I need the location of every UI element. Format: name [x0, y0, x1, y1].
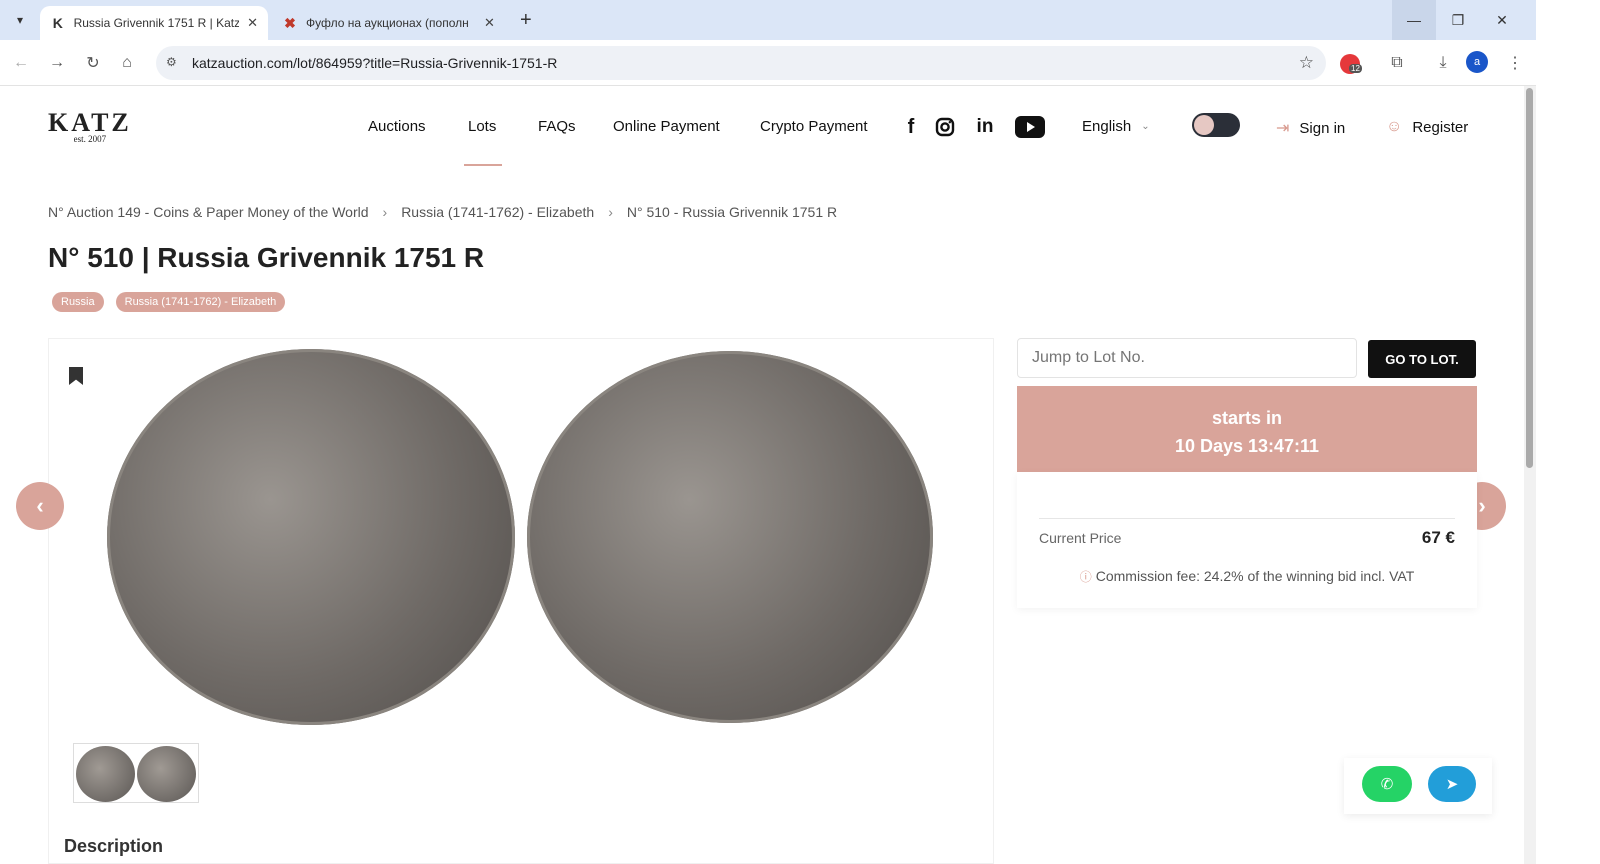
tag-country[interactable]: Russia: [52, 292, 104, 312]
profile-avatar[interactable]: a: [1466, 51, 1488, 73]
url-text[interactable]: katzauction.com/lot/864959?title=Russia-…: [192, 55, 557, 71]
browser-toolbar: ← → ↻ ⌂ ⚙ katzauction.com/lot/864959?tit…: [0, 40, 1536, 86]
nav-active-indicator: [464, 164, 502, 166]
info-icon: ⓘ: [1079, 570, 1092, 584]
page-scrollbar[interactable]: [1524, 86, 1536, 864]
chevron-right-icon: ›: [608, 204, 613, 220]
linkedin-icon[interactable]: in: [972, 114, 998, 140]
tab-forum[interactable]: ✖ Фуфло на аукционах (пополн ✕: [272, 6, 508, 40]
tag-period[interactable]: Russia (1741-1762) - Elizabeth: [115, 292, 286, 312]
close-tab-icon[interactable]: ✕: [247, 15, 258, 31]
nav-faqs[interactable]: FAQs: [538, 118, 576, 135]
commission-text: Commission fee: 24.2% of the winning bid…: [1095, 568, 1415, 584]
image-thumbnails: [73, 743, 199, 803]
tab-title: Russia Grivennik 1751 R | Katz A: [73, 16, 240, 30]
address-bar[interactable]: ⚙ katzauction.com/lot/864959?title=Russi…: [156, 46, 1326, 80]
reload-icon[interactable]: ↻: [80, 50, 106, 76]
lot-image-gallery: [48, 338, 994, 864]
tab-title: Фуфло на аукционах (пополн: [306, 16, 469, 30]
restore-button[interactable]: ❐: [1436, 0, 1480, 40]
extension-badge-count: 12: [1349, 64, 1362, 73]
home-icon[interactable]: ⌂: [114, 50, 140, 76]
telegram-icon[interactable]: ➤: [1428, 766, 1476, 802]
forward-icon[interactable]: →: [44, 50, 70, 76]
new-tab-button[interactable]: +: [520, 9, 532, 32]
download-icon[interactable]: ⤓: [1430, 50, 1456, 76]
chevron-right-icon: ›: [382, 204, 388, 220]
site-info-icon[interactable]: ⚙: [166, 55, 177, 69]
sign-in-label: Sign in: [1299, 119, 1346, 137]
chevron-down-icon: ⌄: [1141, 121, 1150, 132]
current-price-value: 67 €: [1421, 528, 1455, 547]
jump-to-lot-input[interactable]: [1017, 338, 1357, 378]
thumbnail-reverse[interactable]: [137, 746, 196, 802]
youtube-icon[interactable]: [1014, 114, 1046, 140]
thumbnail-obverse[interactable]: [76, 746, 135, 802]
whatsapp-icon[interactable]: ✆: [1362, 766, 1412, 802]
prev-lot-arrow-icon[interactable]: ‹: [16, 482, 64, 530]
go-to-lot-button[interactable]: GO TO LOT.: [1368, 340, 1476, 378]
nav-crypto-payment[interactable]: Crypto Payment: [760, 118, 868, 135]
countdown-panel: starts in 10 Days 13:47:11: [1017, 386, 1477, 472]
facebook-icon[interactable]: f: [898, 114, 924, 140]
instagram-icon[interactable]: [932, 114, 958, 140]
tab-search-button[interactable]: ▾: [8, 8, 32, 32]
register-label: Register: [1412, 118, 1469, 136]
breadcrumb: N° Auction 149 - Coins & Paper Money of …: [48, 204, 837, 220]
breadcrumb-auction[interactable]: N° Auction 149 - Coins & Paper Money of …: [48, 204, 369, 220]
back-icon[interactable]: ←: [8, 50, 34, 76]
breadcrumb-category[interactable]: Russia (1741-1762) - Elizabeth: [401, 204, 594, 220]
bookmark-star-icon[interactable]: ☆: [1299, 53, 1314, 73]
extension-badge-icon[interactable]: 12: [1340, 54, 1362, 74]
language-label: English: [1082, 118, 1132, 135]
nav-auctions[interactable]: Auctions: [368, 118, 426, 135]
browser-tab-strip: ▾ K Russia Grivennik 1751 R | Katz A ✕ ✖…: [0, 0, 1536, 40]
commission-note: ⓘ Commission fee: 24.2% of the winning bi…: [1017, 568, 1477, 585]
lot-tags: Russia Russia (1741-1762) - Elizabeth: [52, 292, 286, 312]
starts-in-label: starts in: [1211, 408, 1283, 428]
toggle-knob: [1194, 115, 1214, 135]
nav-lots[interactable]: Lots: [468, 118, 496, 135]
coin-obverse-image[interactable]: [107, 349, 515, 725]
coin-reverse-image[interactable]: [527, 351, 933, 723]
menu-dots-icon[interactable]: ⋮: [1502, 50, 1528, 76]
divider: [1039, 518, 1455, 519]
close-window-button[interactable]: ✕: [1480, 0, 1524, 40]
minimize-button[interactable]: —: [1392, 0, 1436, 40]
user-icon: ☺: [1386, 118, 1403, 135]
page-content: KATZ est. 2007 Auctions Lots FAQs Online…: [0, 86, 1536, 864]
scrollbar-thumb[interactable]: [1526, 88, 1533, 468]
tab-katz[interactable]: K Russia Grivennik 1751 R | Katz A ✕: [40, 6, 268, 40]
price-panel: Current Price 67 € ⓘ Commission fee: 24.2…: [1017, 472, 1477, 608]
katz-logo[interactable]: KATZ est. 2007: [48, 108, 132, 144]
breadcrumb-lot: N° 510 - Russia Grivennik 1751 R: [626, 204, 838, 220]
chat-widgets: ✆ ➤: [1344, 758, 1492, 814]
theme-toggle[interactable]: [1192, 113, 1240, 137]
forum-favicon: ✖: [284, 14, 296, 31]
nav-online-payment[interactable]: Online Payment: [613, 118, 720, 135]
current-price-label: Current Price: [1039, 530, 1122, 546]
bookmark-icon[interactable]: [69, 367, 83, 385]
sign-in-icon: ⇥: [1276, 120, 1290, 137]
register-link[interactable]: ☺ Register: [1386, 118, 1468, 136]
page-title: N° 510 | Russia Grivennik 1751 R: [48, 242, 485, 273]
katz-favicon: K: [52, 15, 63, 31]
description-heading: Description: [64, 836, 164, 856]
close-tab-icon[interactable]: ✕: [484, 15, 495, 31]
extensions-icon[interactable]: ⧉: [1384, 50, 1410, 76]
countdown-value: 10 Days 13:47:11: [1174, 436, 1320, 456]
sign-in-link[interactable]: ⇥ Sign in: [1276, 118, 1345, 138]
language-select[interactable]: English ⌄: [1082, 118, 1150, 135]
